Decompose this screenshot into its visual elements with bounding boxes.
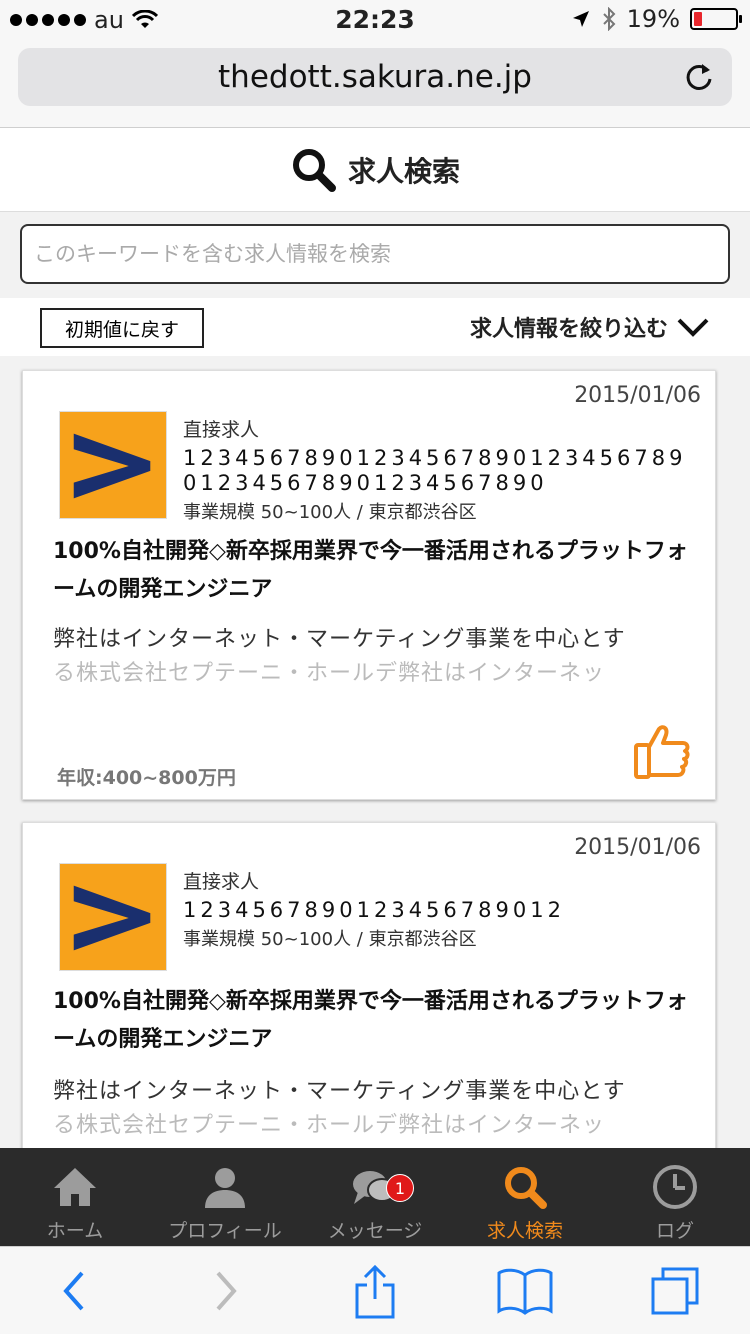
company-name: 1234567890123456789012345678901234567890… xyxy=(183,446,687,495)
reload-icon[interactable] xyxy=(682,60,716,94)
battery-icon xyxy=(690,8,742,30)
home-icon xyxy=(54,1168,96,1206)
job-title[interactable]: 100%自社開発◇新卒採用業界で今一番活用されるプラットフォームの開発エンジニア xyxy=(53,533,693,609)
description-faded-text: る株式会社セプテーニ・ホールデ弊社はインターネッ xyxy=(53,661,606,686)
company-name: 1234567890123456789012 xyxy=(183,898,565,922)
narrow-jobs-label: 求人情報を絞り込む xyxy=(469,317,668,342)
tab-messages-label: メッセージ xyxy=(327,1220,423,1242)
job-type: 直接求人 xyxy=(183,419,260,441)
description-text: 弊社はインターネット・マーケティング事業を中心とす xyxy=(53,1079,626,1104)
search-icon xyxy=(292,148,336,192)
bluetooth-icon xyxy=(602,7,616,31)
salary: 年収:400~800万円 xyxy=(57,767,236,789)
app-tab-bar: ホーム プロフィール 1 メッセージ 求人検索 ログ xyxy=(0,1148,750,1246)
status-bar: au 22:23 19% xyxy=(0,0,750,40)
company-logo xyxy=(59,863,167,971)
narrow-jobs-toggle[interactable]: 求人情報を絞り込む xyxy=(470,311,710,343)
chevron-right-icon xyxy=(216,1271,237,1310)
tab-messages[interactable]: 1 メッセージ xyxy=(300,1148,450,1246)
tab-job-search[interactable]: 求人検索 xyxy=(450,1148,600,1246)
job-description: 弊社はインターネット・マーケティング事業を中心とす る株式会社セプテーニ・ホール… xyxy=(53,1075,703,1143)
browser-toolbar xyxy=(0,1246,750,1334)
location-arrow-icon xyxy=(572,11,589,27)
tab-log-label: ログ xyxy=(655,1220,694,1242)
back-button[interactable] xyxy=(40,1256,110,1326)
filter-bar: 初期値に戻す 求人情報を絞り込む xyxy=(0,298,750,356)
tabs-icon xyxy=(651,1267,699,1314)
job-title[interactable]: 100%自社開発◇新卒採用業界で今一番活用されるプラットフォームの開発エンジニア xyxy=(53,983,693,1059)
forward-button[interactable] xyxy=(190,1256,260,1326)
url-text: thedott.sakura.ne.jp xyxy=(218,59,532,95)
share-button[interactable] xyxy=(340,1256,410,1326)
job-description: 弊社はインターネット・マーケティング事業を中心とす る株式会社セプテーニ・ホール… xyxy=(53,623,703,691)
tab-log[interactable]: ログ xyxy=(600,1148,750,1246)
unread-badge: 1 xyxy=(386,1174,414,1202)
tab-job-search-label: 求人検索 xyxy=(486,1220,563,1242)
share-icon xyxy=(355,1264,395,1318)
post-date: 2015/01/06 xyxy=(574,835,701,860)
reset-filters-button[interactable]: 初期値に戻す xyxy=(40,308,204,348)
job-card[interactable]: 2015/01/06 直接求人 1234567890123456789012 事… xyxy=(22,822,716,1202)
tabs-button[interactable] xyxy=(640,1256,710,1326)
page-header: 求人検索 xyxy=(0,128,750,212)
tab-home-label: ホーム xyxy=(46,1220,104,1242)
address-bar[interactable]: thedott.sakura.ne.jp xyxy=(18,48,732,106)
job-card[interactable]: 2015/01/06 直接求人 123456789012345678901234… xyxy=(22,370,716,800)
chevron-down-icon xyxy=(677,318,709,337)
post-date: 2015/01/06 xyxy=(574,383,701,408)
company-scale-location: 事業規模 50~100人 / 東京都渋谷区 xyxy=(183,929,477,950)
book-icon xyxy=(497,1268,553,1315)
chevron-left-icon xyxy=(63,1271,84,1310)
tab-home[interactable]: ホーム xyxy=(0,1148,150,1246)
tab-profile-label: プロフィール xyxy=(168,1220,282,1242)
search-area xyxy=(0,212,750,298)
tab-profile[interactable]: プロフィール xyxy=(150,1148,300,1246)
keyword-search-input[interactable] xyxy=(20,224,730,284)
profile-icon xyxy=(205,1168,245,1208)
search-icon xyxy=(505,1167,547,1209)
company-logo xyxy=(59,411,167,519)
browser-address-area: thedott.sakura.ne.jp xyxy=(0,40,750,128)
thumbs-up-icon[interactable] xyxy=(633,723,691,781)
clock-icon xyxy=(653,1165,697,1209)
page-title: 求人検索 xyxy=(347,154,460,188)
job-type: 直接求人 xyxy=(183,871,260,893)
description-text: 弊社はインターネット・マーケティング事業を中心とす xyxy=(53,627,626,652)
battery-percent: 19% xyxy=(626,5,680,33)
description-faded-text: る株式会社セプテーニ・ホールデ弊社はインターネッ xyxy=(53,1113,606,1138)
company-scale-location: 事業規模 50~100人 / 東京都渋谷区 xyxy=(183,502,477,523)
bookmarks-button[interactable] xyxy=(490,1256,560,1326)
